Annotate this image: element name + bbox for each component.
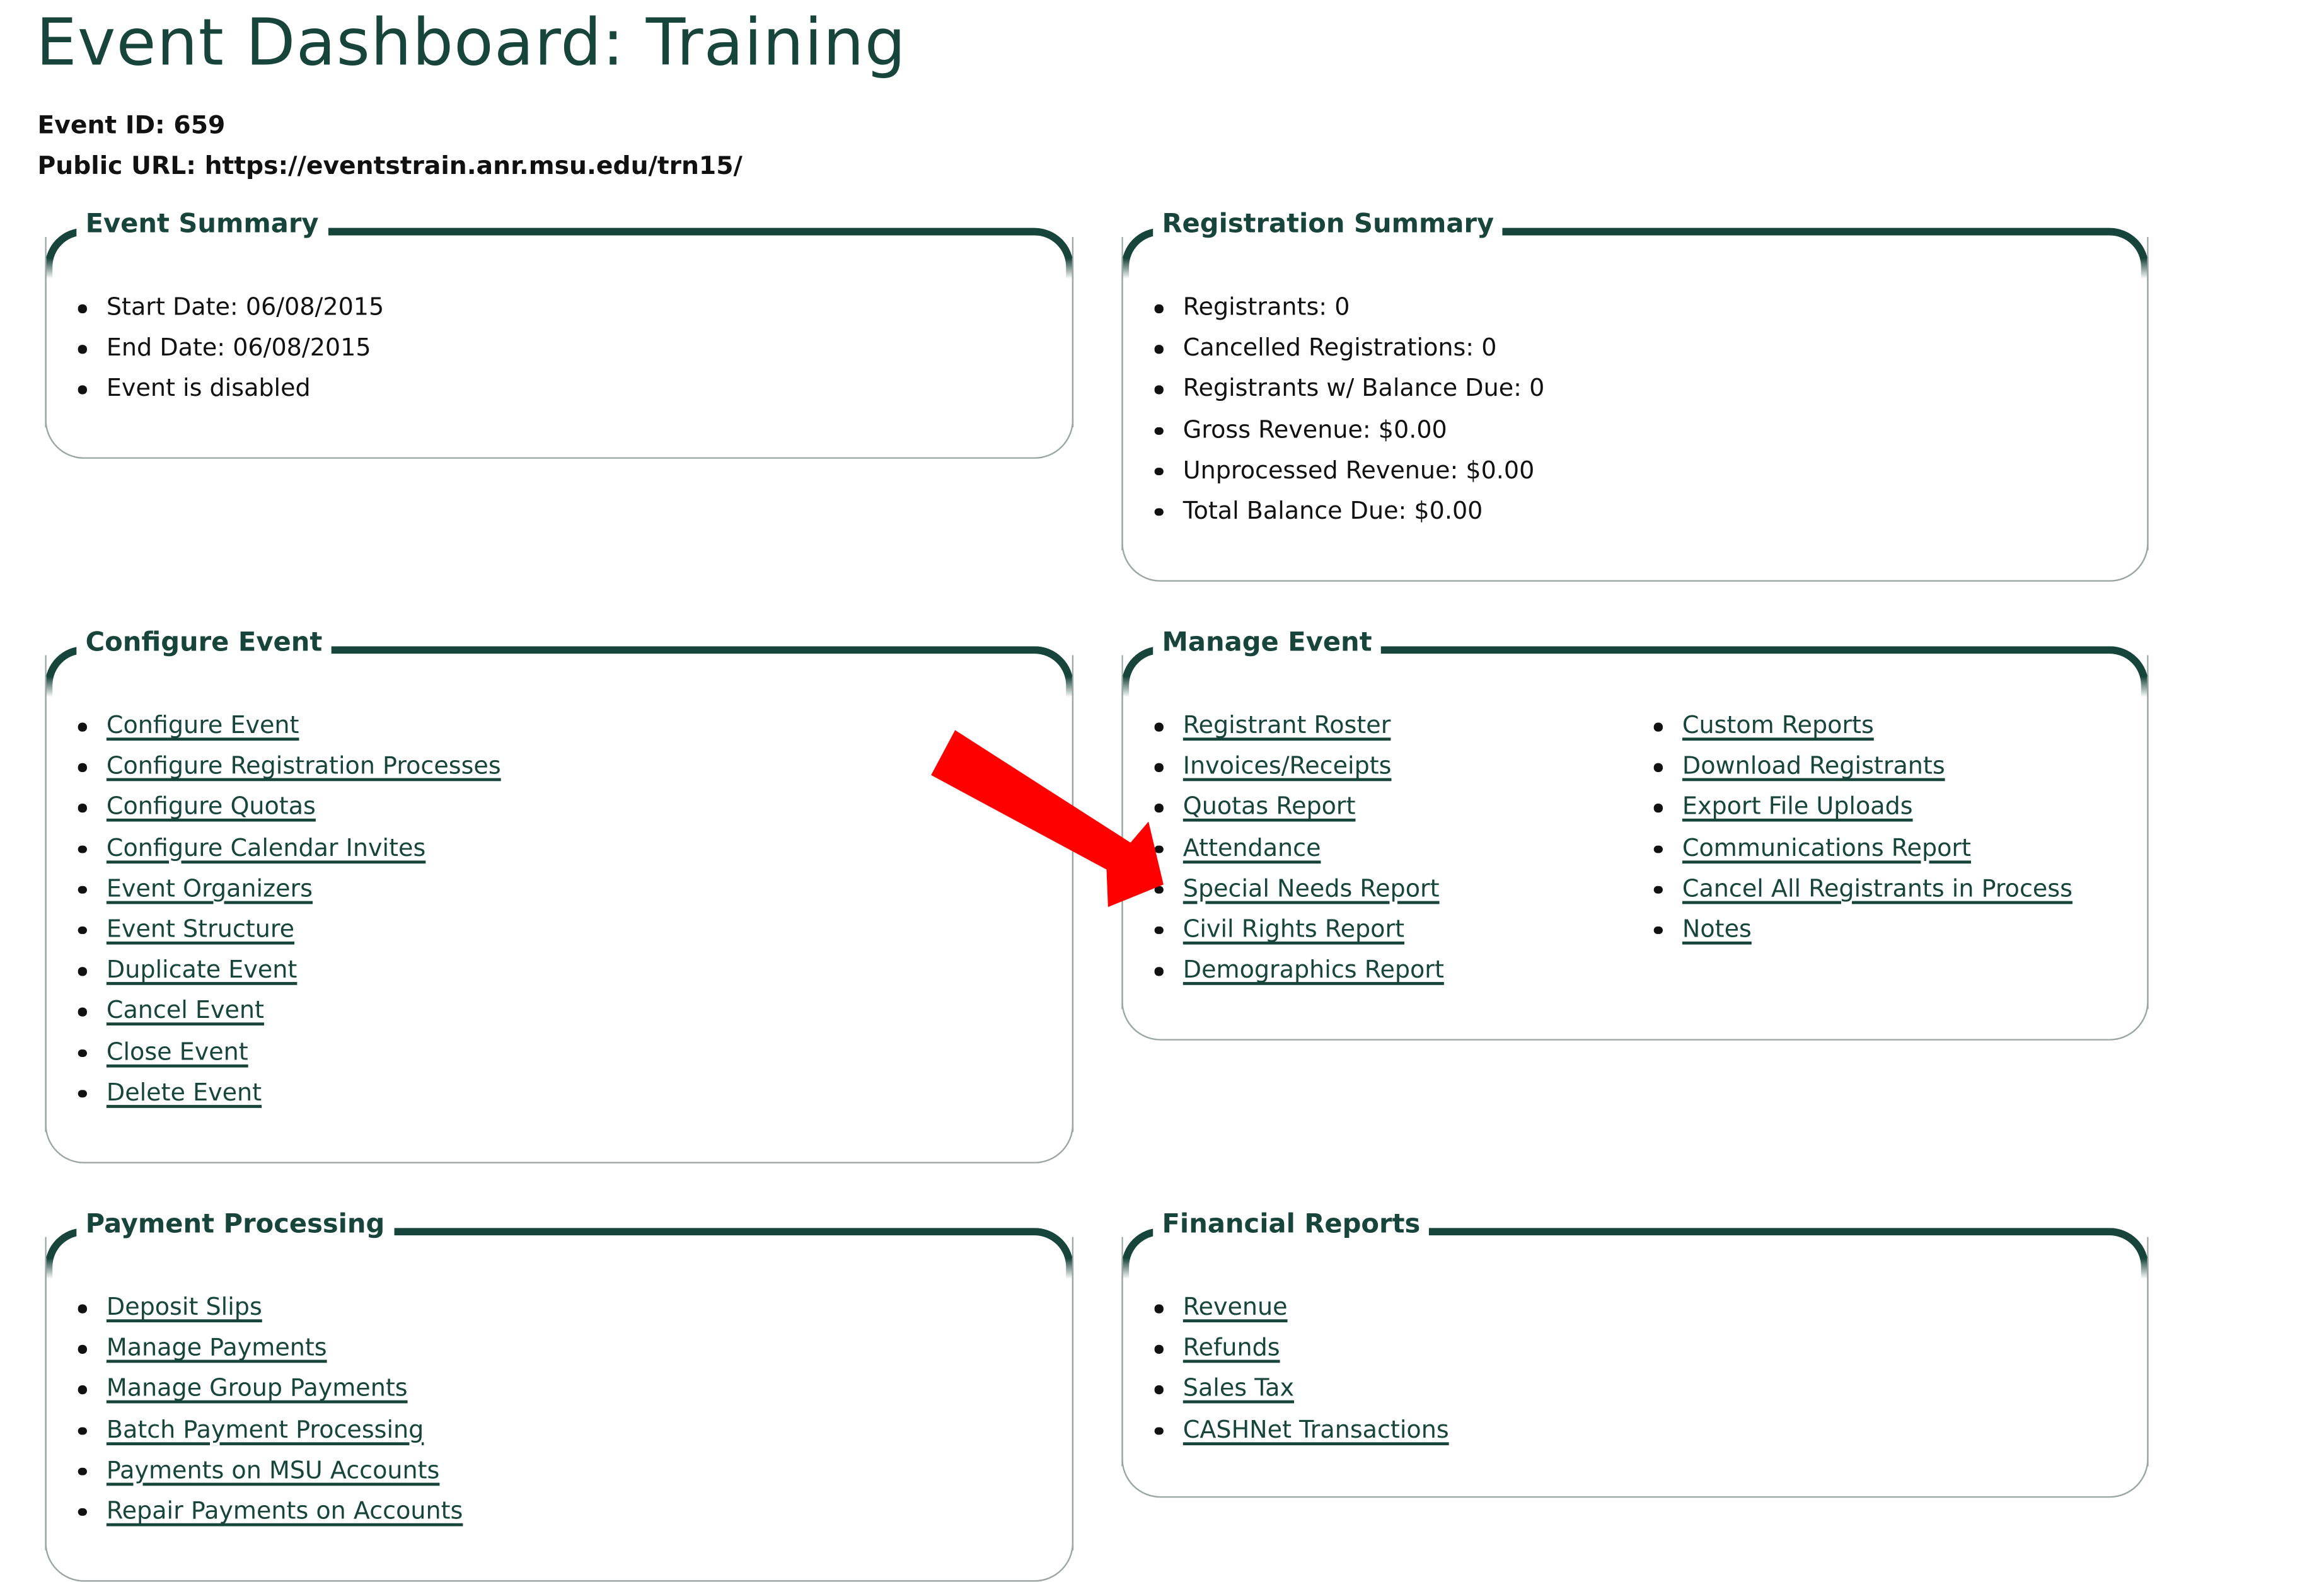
event-summary-panel: Event Summary Start Date: 06/08/2015 End…: [44, 205, 1074, 459]
close-event-link[interactable]: Close Event: [107, 1037, 248, 1065]
registration-summary-list: Registrants: 0 Cancelled Registrations: …: [1150, 286, 1544, 531]
civil-rights-report-link[interactable]: Civil Rights Report: [1183, 915, 1404, 943]
manage-event-links-col1: Registrant Roster Invoices/Receipts Quot…: [1150, 705, 1444, 990]
sales-tax-link[interactable]: Sales Tax: [1183, 1374, 1294, 1402]
cashnet-transactions-link[interactable]: CASHNet Transactions: [1183, 1414, 1449, 1443]
manage-event-title: Manage Event: [1153, 623, 1381, 663]
payment-processing-panel: Payment Processing Deposit Slips Manage …: [44, 1205, 1074, 1582]
financial-reports-title: Financial Reports: [1153, 1205, 1430, 1245]
registration-summary-title: Registration Summary: [1153, 205, 1503, 245]
custom-reports-link[interactable]: Custom Reports: [1682, 711, 1874, 739]
event-structure-link[interactable]: Event Structure: [107, 915, 294, 943]
configure-event-panel: Configure Event Configure Event Configur…: [44, 623, 1074, 1163]
list-item: Unprocessed Revenue: $0.00: [1150, 449, 1544, 490]
quotas-report-link[interactable]: Quotas Report: [1183, 792, 1356, 821]
special-needs-report-link[interactable]: Special Needs Report: [1183, 874, 1440, 902]
manage-event-links-col2: Custom Reports Download Registrants Expo…: [1650, 705, 2073, 949]
download-registrants-link[interactable]: Download Registrants: [1682, 751, 1945, 780]
event-summary-list: Start Date: 06/08/2015 End Date: 06/08/2…: [74, 286, 384, 408]
list-item: Total Balance Due: $0.00: [1150, 490, 1544, 531]
list-item: Registrants: 0: [1150, 286, 1544, 327]
batch-payment-processing-link[interactable]: Batch Payment Processing: [107, 1414, 424, 1443]
notes-link[interactable]: Notes: [1682, 915, 1752, 943]
configure-calendar-invites-link[interactable]: Configure Calendar Invites: [107, 833, 425, 862]
payment-processing-links: Deposit Slips Manage Payments Manage Gro…: [74, 1286, 463, 1531]
invoices-receipts-link[interactable]: Invoices/Receipts: [1183, 751, 1392, 780]
configure-event-link[interactable]: Configure Event: [107, 711, 299, 739]
event-id: Event ID: 659: [37, 111, 226, 140]
refunds-link[interactable]: Refunds: [1183, 1333, 1280, 1361]
cancel-event-link[interactable]: Cancel Event: [107, 996, 264, 1024]
export-file-uploads-link[interactable]: Export File Uploads: [1682, 792, 1913, 821]
list-item: Start Date: 06/08/2015: [74, 286, 384, 327]
payments-on-msu-accounts-link[interactable]: Payments on MSU Accounts: [107, 1455, 440, 1484]
configure-quotas-link[interactable]: Configure Quotas: [107, 792, 316, 821]
list-item: Gross Revenue: $0.00: [1150, 408, 1544, 449]
event-summary-title: Event Summary: [76, 205, 328, 245]
payment-processing-title: Payment Processing: [76, 1205, 394, 1245]
event-organizers-link[interactable]: Event Organizers: [107, 874, 313, 902]
configure-event-links: Configure Event Configure Registration P…: [74, 705, 501, 1112]
financial-reports-links: Revenue Refunds Sales Tax CASHNet Transa…: [1150, 1286, 1449, 1450]
page-title: Event Dashboard: Training: [36, 6, 906, 81]
cancel-all-registrants-in-process-link[interactable]: Cancel All Registrants in Process: [1682, 874, 2073, 902]
deposit-slips-link[interactable]: Deposit Slips: [107, 1292, 262, 1320]
list-item: End Date: 06/08/2015: [74, 327, 384, 368]
registrant-roster-link[interactable]: Registrant Roster: [1183, 711, 1391, 739]
configure-registration-processes-link[interactable]: Configure Registration Processes: [107, 751, 501, 780]
configure-event-title: Configure Event: [76, 623, 332, 663]
attendance-link[interactable]: Attendance: [1183, 833, 1321, 862]
delete-event-link[interactable]: Delete Event: [107, 1078, 262, 1106]
duplicate-event-link[interactable]: Duplicate Event: [107, 956, 297, 984]
manage-payments-link[interactable]: Manage Payments: [107, 1333, 327, 1361]
financial-reports-panel: Financial Reports Revenue Refunds Sales …: [1121, 1205, 2149, 1498]
demographics-report-link[interactable]: Demographics Report: [1183, 956, 1444, 984]
manage-event-panel: Manage Event Registrant Roster Invoices/…: [1121, 623, 2149, 1041]
revenue-link[interactable]: Revenue: [1183, 1292, 1288, 1320]
communications-report-link[interactable]: Communications Report: [1682, 833, 1971, 862]
manage-group-payments-link[interactable]: Manage Group Payments: [107, 1374, 408, 1402]
event-dashboard-page: Event Dashboard: Training Event ID: 659 …: [0, 0, 2324, 1582]
list-item: Cancelled Registrations: 0: [1150, 327, 1544, 368]
list-item: Event is disabled: [74, 368, 384, 409]
registration-summary-panel: Registration Summary Registrants: 0 Canc…: [1121, 205, 2149, 582]
repair-payments-on-accounts-link[interactable]: Repair Payments on Accounts: [107, 1496, 463, 1525]
list-item: Registrants w/ Balance Due: 0: [1150, 368, 1544, 409]
public-url: Public URL: https://eventstrain.anr.msu.…: [37, 151, 743, 180]
